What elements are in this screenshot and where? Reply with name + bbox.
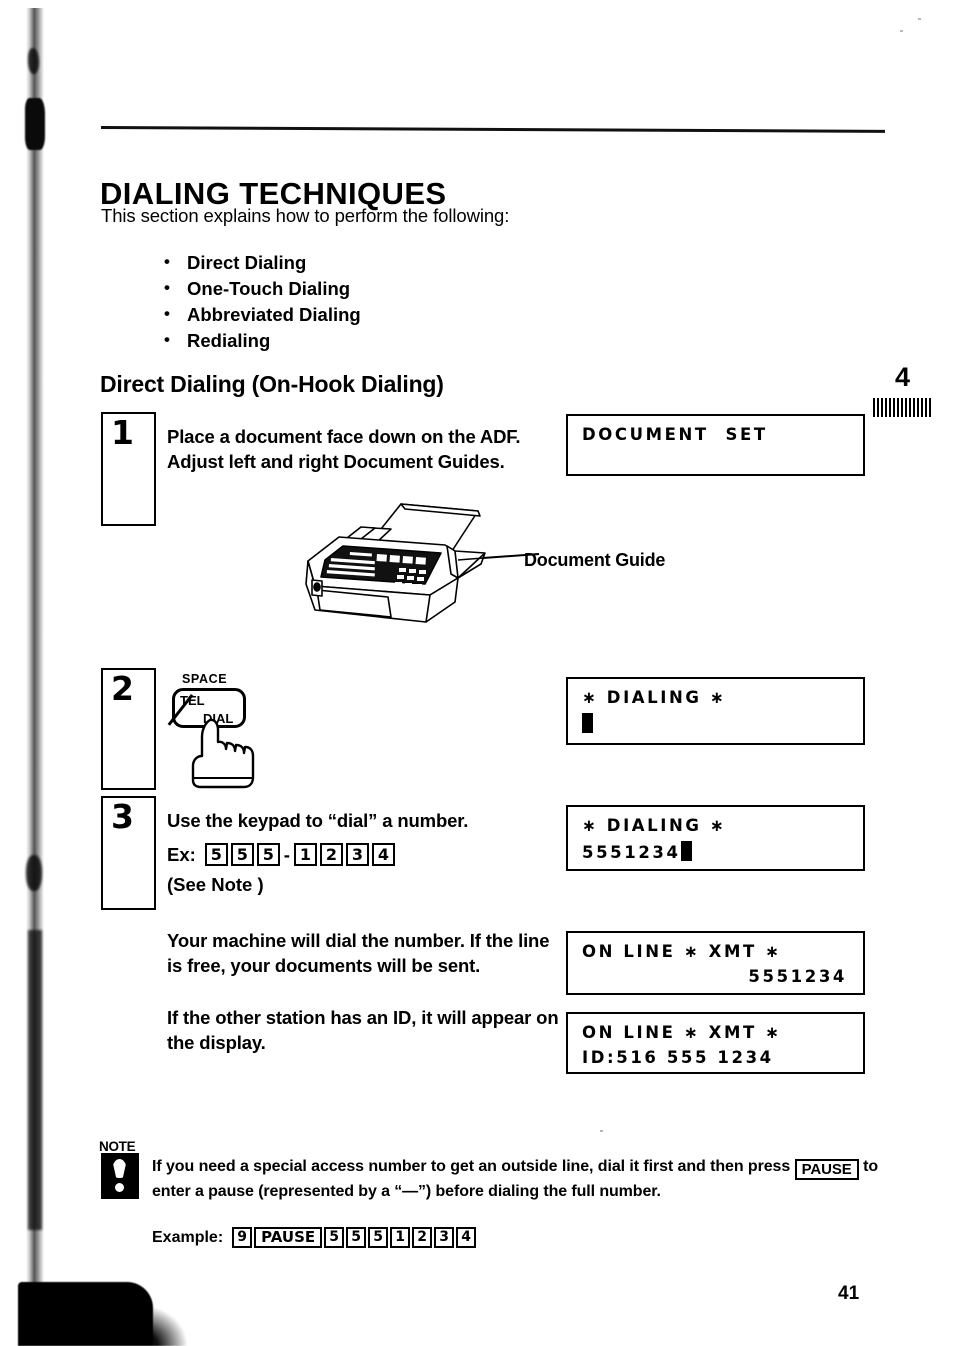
scan-blob-artifact: [26, 855, 42, 891]
note-text-part-1: If you need a special access number to g…: [152, 1158, 791, 1175]
keycap[interactable]: 3: [345, 843, 369, 866]
exclamation-dot-icon: [115, 1183, 124, 1192]
keycap[interactable]: 5: [256, 843, 280, 866]
keycap[interactable]: 4: [371, 843, 395, 866]
note-body-text: If you need a special access number to g…: [152, 1155, 878, 1204]
lcd-display-online-xmt-id: ON LINE ∗ XMT ∗ ID:516 555 1234: [566, 1012, 865, 1074]
lcd-display-dialing: ∗ DIALING ∗: [566, 677, 865, 745]
keycap[interactable]: 5: [324, 1227, 345, 1248]
keycap[interactable]: 5: [346, 1227, 367, 1248]
chapter-number: 4: [895, 362, 911, 392]
lcd-cursor: [680, 841, 692, 861]
list-item: One-Touch Dialing: [164, 275, 361, 302]
see-note-reference: (See Note ): [167, 874, 264, 895]
example-keys-row: Ex: 5 5 5 - 1 2 3 4: [167, 843, 398, 866]
scan-speck: [600, 1130, 603, 1132]
lcd-line-2: ID:516 555 1234: [582, 1048, 774, 1067]
note-icon: NOTE: [99, 1139, 147, 1201]
pause-keycap[interactable]: PAUSE: [794, 1159, 859, 1180]
lcd-line-1: DOCUMENT SET: [582, 425, 768, 444]
keycap-pause[interactable]: PAUSE: [254, 1227, 323, 1248]
fax-machine-illustration: [295, 498, 560, 648]
note-example-keys-row: Example: 9 PAUSE 5 5 5 1 2 3 4: [152, 1227, 478, 1248]
step-number-box-3: 3: [101, 796, 156, 910]
lcd-line-2: [582, 713, 593, 734]
keycap[interactable]: 1: [390, 1227, 411, 1248]
keycap[interactable]: 3: [434, 1227, 455, 1248]
paragraph-dial-result: Your machine will dial the number. If th…: [167, 930, 550, 976]
lcd-line-2: 5551234: [582, 841, 692, 862]
lcd-display-online-xmt-number: ON LINE ∗ XMT ∗ 5551234: [566, 931, 865, 995]
scan-blob-artifact: [28, 930, 42, 1230]
list-item: Redialing: [164, 327, 361, 354]
note-label: NOTE: [99, 1139, 136, 1154]
step-number-label: 3: [111, 797, 134, 836]
note-example-label: Example:: [152, 1228, 224, 1246]
scan-blob-artifact: [28, 48, 39, 74]
step-number-label: 1: [111, 413, 134, 452]
lcd-line-1: ON LINE ∗ XMT ∗: [582, 1023, 782, 1042]
step-number-box-1: 1: [101, 412, 156, 526]
lcd-display-dialing-number: ∗ DIALING ∗ 5551234: [566, 805, 865, 871]
header-rule: [100, 126, 885, 133]
keycap[interactable]: 4: [456, 1227, 477, 1248]
lcd-display-document-set: DOCUMENT SET: [566, 414, 865, 476]
scan-edge-artifact: [26, 8, 44, 1308]
lcd-cursor: [582, 713, 593, 733]
paragraph-station-id: If the other station has an ID, it will …: [167, 1007, 559, 1053]
scan-speck: [918, 18, 921, 20]
section-subtitle: Direct Dialing (On-Hook Dialing): [100, 371, 444, 398]
chapter-barcode-marker: [873, 398, 931, 417]
keycap[interactable]: 1: [293, 843, 317, 866]
keycap[interactable]: 9: [232, 1227, 253, 1248]
tel-dial-key-illustration: SPACE TEL DIAL: [167, 672, 280, 790]
step-number-box-2: 2: [101, 668, 156, 790]
lcd-line-1: ∗ DIALING ∗: [582, 688, 727, 707]
scan-blob-artifact: [25, 98, 45, 150]
page-number: 41: [838, 1283, 860, 1304]
space-key-label: SPACE: [182, 672, 228, 686]
technique-list: Direct Dialing One-Touch Dialing Abbrevi…: [124, 249, 361, 354]
keycap[interactable]: 2: [412, 1227, 433, 1248]
step-3-text: Use the keypad to “dial” a number.: [167, 810, 469, 831]
lcd-line-1: ∗ DIALING ∗: [582, 816, 727, 835]
lcd-line-2-text: 5551234: [582, 843, 681, 862]
step-number-label: 2: [111, 669, 134, 708]
lcd-line-2: 5551234: [748, 967, 847, 986]
list-item: Direct Dialing: [164, 249, 361, 276]
example-label: Ex:: [167, 843, 196, 865]
pointing-hand-icon: [191, 718, 255, 789]
list-item: Abbreviated Dialing: [164, 301, 361, 328]
keycap[interactable]: 5: [204, 843, 228, 866]
intro-text: This section explains how to perform the…: [101, 205, 510, 226]
document-page: 4 DIALING TECHNIQUES This section explai…: [0, 0, 954, 1346]
step-1-text: Place a document face down on the ADF. A…: [167, 426, 521, 472]
keycap[interactable]: 2: [319, 843, 343, 866]
document-guide-callout-label: Document Guide: [524, 550, 666, 570]
lcd-line-1: ON LINE ∗ XMT ∗: [582, 942, 782, 961]
keycap-separator: -: [283, 843, 290, 865]
keycap[interactable]: 5: [230, 843, 254, 866]
scan-speck: [900, 30, 903, 32]
scan-corner-artifact: [18, 1282, 187, 1346]
keycap[interactable]: 5: [368, 1227, 389, 1248]
